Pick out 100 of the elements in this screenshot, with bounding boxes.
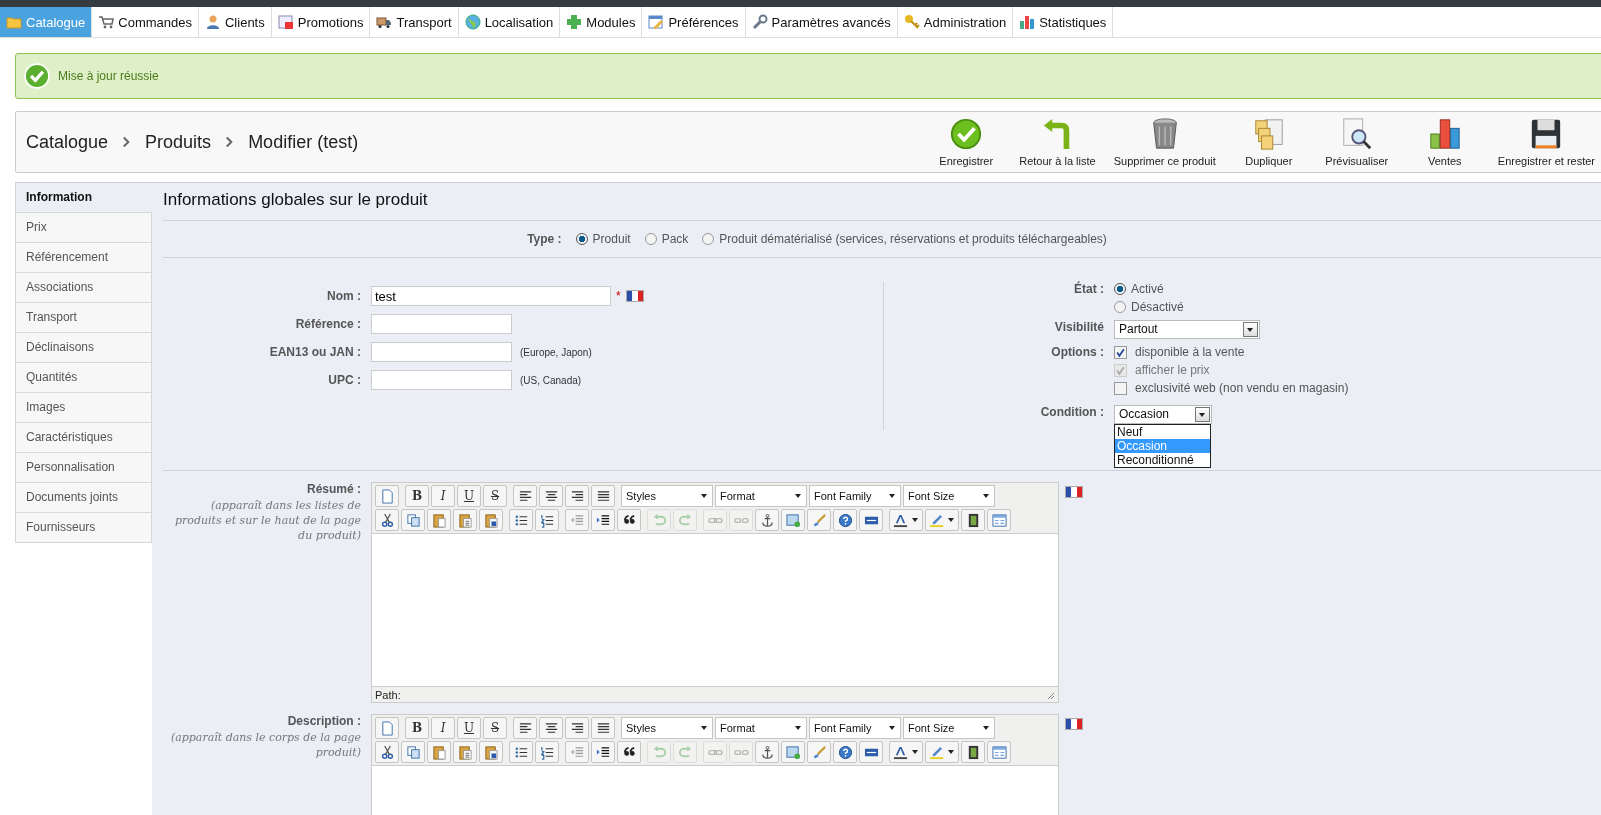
sidebar-tab[interactable]: Associations	[15, 273, 152, 303]
toolbar-dropdown[interactable]: Styles	[621, 717, 713, 739]
text-input[interactable]	[371, 370, 512, 390]
bar-chart-icon	[1427, 117, 1462, 151]
toolbar-button[interactable]	[961, 509, 985, 531]
format-button[interactable]: B	[405, 485, 429, 507]
menu-tab[interactable]: Préférences	[642, 7, 746, 37]
toolbar-button[interactable]	[961, 741, 985, 763]
toolbar-button[interactable]: Ventes	[1403, 117, 1486, 167]
toolbar-button[interactable]	[591, 717, 615, 739]
menu-tab[interactable]: Administration	[897, 7, 1014, 37]
toolbar-button[interactable]	[513, 717, 537, 739]
sidebar-tab[interactable]: Images	[15, 393, 152, 423]
toolbar-button[interactable]	[479, 741, 503, 763]
toolbar-dropdown[interactable]: Font Family	[809, 485, 901, 507]
sidebar-tab[interactable]: Déclinaisons	[15, 333, 152, 363]
sidebar-tab[interactable]: Transport	[15, 303, 152, 333]
format-button[interactable]: S	[483, 717, 507, 739]
color-picker-button[interactable]	[889, 509, 923, 531]
clipboard-icon	[431, 744, 447, 760]
format-button[interactable]: I	[431, 485, 455, 507]
image-icon	[785, 512, 801, 528]
text-input[interactable]	[371, 314, 512, 334]
format-button[interactable]: B	[405, 717, 429, 739]
window-pencil-icon	[648, 14, 665, 30]
toolbar-dropdown[interactable]: Font Family	[809, 717, 901, 739]
dropdown-option[interactable]: Reconditionné	[1115, 453, 1210, 467]
radio-button[interactable]	[644, 233, 657, 245]
color-picker-button[interactable]	[925, 741, 959, 763]
toolbar-button[interactable]	[755, 509, 779, 531]
radio-button[interactable]	[702, 233, 715, 245]
toolbar-button[interactable]	[591, 485, 615, 507]
caret-icon	[947, 748, 955, 756]
toolbar-button[interactable]	[591, 741, 615, 763]
toolbar-button[interactable]	[755, 741, 779, 763]
toolbar-button[interactable]	[565, 717, 589, 739]
checkbox[interactable]	[1114, 381, 1127, 395]
menu-tab[interactable]: Commandes	[92, 7, 199, 37]
sidebar-tab[interactable]: Prix	[15, 213, 152, 243]
toolbar-dropdown[interactable]: Format	[715, 717, 807, 739]
toolbar-button[interactable]: Enregistrer et rester	[1491, 117, 1601, 167]
format-button[interactable]: I	[431, 717, 455, 739]
radio-button[interactable]	[1114, 283, 1126, 295]
color-picker-button[interactable]	[925, 509, 959, 531]
sidebar-tab[interactable]: Fournisseurs	[15, 513, 152, 543]
toolbar-button[interactable]: Supprimer ce produit	[1107, 117, 1222, 167]
toolbar-button[interactable]	[513, 485, 537, 507]
promo-icon	[277, 14, 294, 30]
caret-icon	[700, 492, 708, 500]
menu-tab[interactable]: Modules	[560, 7, 643, 37]
toolbar-button[interactable]: Prévisualiser	[1315, 117, 1398, 167]
menu-tab[interactable]: Localisation	[458, 7, 561, 37]
menu-tab[interactable]: Statistiques	[1013, 7, 1114, 37]
sidebar-tab[interactable]: Information	[15, 183, 152, 213]
format-button[interactable]: U	[457, 485, 481, 507]
sidebar-tab[interactable]: Référencement	[15, 243, 152, 273]
checkbox-label: disponible à la vente	[1135, 345, 1245, 359]
menu-tab[interactable]: Transport	[370, 7, 459, 37]
sidebar-tab[interactable]: Caractéristiques	[15, 423, 152, 453]
checkbox[interactable]	[1114, 345, 1127, 359]
template-icon	[991, 512, 1007, 528]
menu-tab[interactable]: Clients	[199, 7, 272, 37]
toolbar-button[interactable]	[859, 509, 883, 531]
toolbar-button[interactable]	[859, 741, 883, 763]
sidebar-tab[interactable]: Personnalisation	[15, 453, 152, 483]
toolbar-button[interactable]	[617, 741, 641, 763]
toolbar-dropdown[interactable]: Styles	[621, 485, 713, 507]
toolbar-button[interactable]	[539, 717, 563, 739]
format-button[interactable]: U	[457, 717, 481, 739]
toolbar-button[interactable]	[591, 509, 615, 531]
text-input[interactable]: test	[371, 286, 611, 306]
numbered-list-icon	[539, 512, 555, 528]
toolbar-button[interactable]	[375, 509, 399, 531]
format-button[interactable]: S	[483, 485, 507, 507]
toolbar-button[interactable]	[479, 509, 503, 531]
toolbar-button[interactable]: Retour à la liste	[1013, 117, 1102, 167]
toolbar-dropdown[interactable]: Font Size	[903, 485, 995, 507]
breadcrumb-item: Catalogue	[26, 131, 109, 153]
toolbar-button[interactable]	[375, 741, 399, 763]
text-input[interactable]	[371, 342, 512, 362]
toolbar-dropdown[interactable]: Font Size	[903, 717, 995, 739]
radio-label: Produit dématérialisé (services, réservations et produits téléchargeables)	[719, 232, 1107, 246]
caret-icon	[794, 492, 802, 500]
toolbar-button[interactable]: Enregistrer	[925, 117, 1008, 167]
dropdown[interactable]: Partout	[1114, 320, 1260, 339]
radio-button[interactable]	[575, 233, 588, 245]
toolbar-button[interactable]	[617, 509, 641, 531]
menu-tab[interactable]: Promotions	[271, 7, 371, 37]
menu-tab[interactable]: Paramètres avancés	[745, 7, 898, 37]
color-picker-button[interactable]	[889, 741, 923, 763]
caret-icon	[947, 516, 955, 524]
radio-button[interactable]	[1114, 301, 1126, 313]
toolbar-dropdown[interactable]: Format	[715, 485, 807, 507]
toolbar-button[interactable]	[565, 485, 589, 507]
sidebar-tab[interactable]: Quantités	[15, 363, 152, 393]
toolbar-button[interactable]: Dupliquer	[1227, 117, 1310, 167]
sidebar-tab[interactable]: Documents joints	[15, 483, 152, 513]
dropdown[interactable]: Occasion	[1114, 405, 1212, 424]
dropdown-option[interactable]: Neuf	[1115, 425, 1210, 439]
toolbar-button[interactable]	[539, 485, 563, 507]
